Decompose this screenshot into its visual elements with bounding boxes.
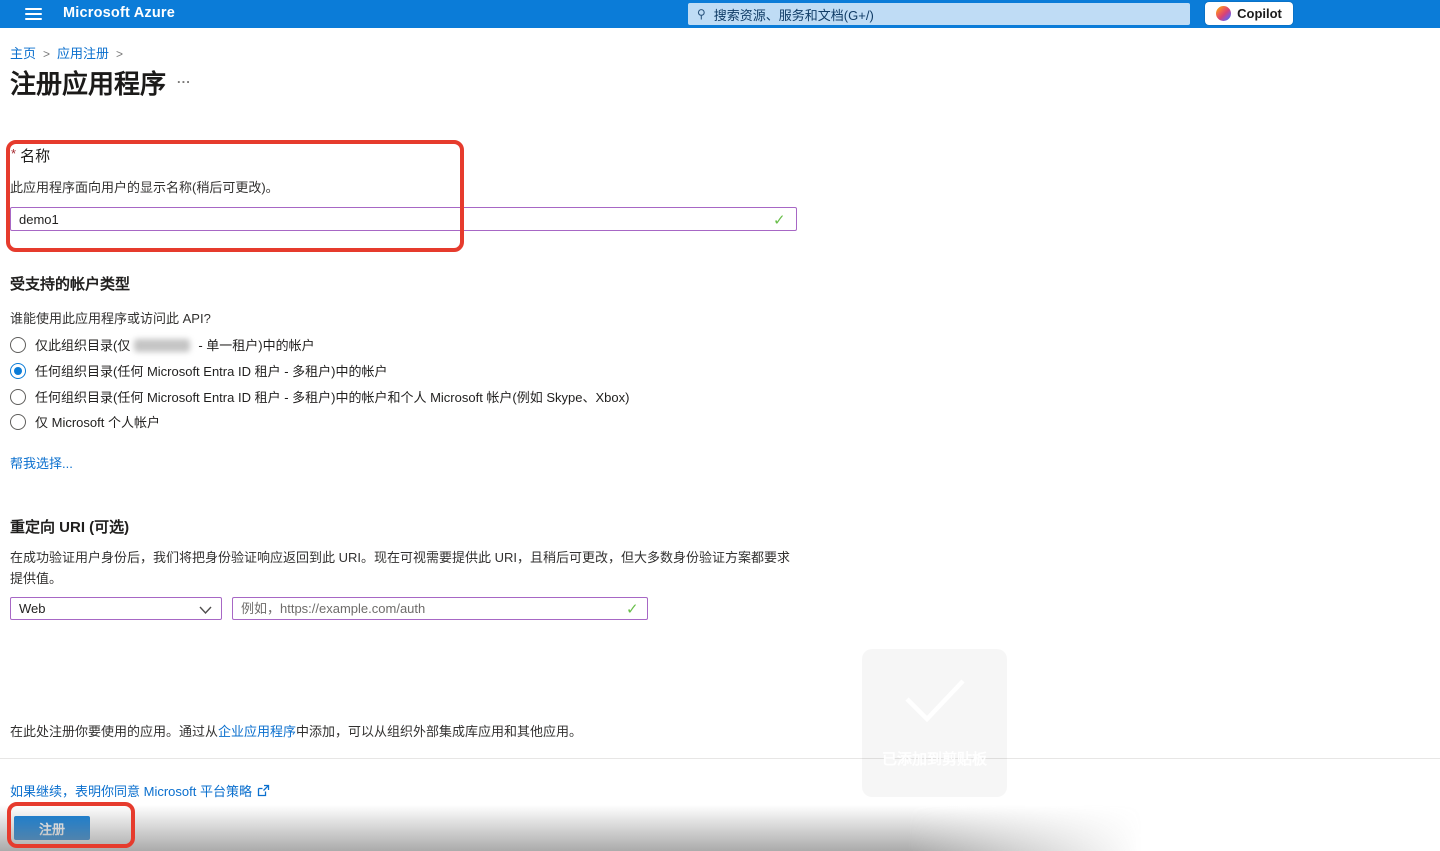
redirect-uri-input[interactable] (232, 597, 648, 620)
chevron-down-icon (199, 603, 212, 618)
name-input[interactable] (10, 207, 797, 231)
account-types-heading: 受支持的帐户类型 (10, 273, 130, 294)
bottom-shadow-band (0, 805, 1165, 851)
radio-single-tenant[interactable]: 仅此组织目录(仅- 单一租户)中的帐户 (10, 335, 315, 354)
footer-divider (0, 758, 1440, 759)
name-field-label: *名称 (11, 145, 50, 166)
azure-register-app-page: Microsoft Azure ⚲ 搜索资源、服务和文档(G+/) Copilo… (0, 0, 1440, 851)
azure-brand-title[interactable]: Microsoft Azure (63, 5, 175, 21)
radio-multitenant-personal[interactable]: 任何组织目录(任何 Microsoft Entra ID 租户 - 多租户)中的… (10, 387, 629, 406)
enterprise-apps-link[interactable]: 企业应用程序 (218, 724, 296, 739)
radio-icon[interactable] (10, 337, 26, 353)
breadcrumb-app-registrations-link[interactable]: 应用注册 (57, 46, 109, 61)
radio-personal-only-label: 仅 Microsoft 个人帐户 (35, 412, 160, 431)
platform-select[interactable]: Web (10, 597, 222, 620)
breadcrumb: 主页>应用注册> (10, 43, 130, 62)
policy-consent-line: 如果继续，表明你同意 Microsoft 平台策略 (10, 781, 270, 800)
radio-icon-selected[interactable] (10, 363, 26, 379)
required-asterisk: * (11, 146, 16, 161)
annotation-box-name-section (6, 140, 464, 252)
radio-multitenant-personal-label: 任何组织目录(任何 Microsoft Entra ID 租户 - 多租户)中的… (35, 387, 629, 406)
redirect-uri-heading: 重定向 URI (可选) (10, 516, 129, 537)
title-more-menu[interactable]: ... (177, 71, 191, 86)
radio-multitenant-label: 任何组织目录(任何 Microsoft Entra ID 租户 - 多租户)中的… (35, 361, 387, 380)
gallery-note: 在此处注册你要使用的应用。通过从企业应用程序中添加，可以从组织外部集成库应用和其… (10, 721, 582, 740)
redirect-uri-description: 在成功验证用户身份后，我们将把身份验证响应返回到此 URI。现在可视需要提供此 … (10, 547, 794, 589)
global-search-input[interactable]: ⚲ 搜索资源、服务和文档(G+/) (688, 3, 1190, 25)
toast-message: 已添加到剪贴板 (862, 748, 1007, 769)
hamburger-menu-icon[interactable] (25, 8, 42, 21)
copilot-button[interactable]: Copilot (1205, 2, 1293, 25)
toast-check-icon (899, 675, 971, 725)
external-link-icon (257, 784, 270, 797)
name-field-description: 此应用程序面向用户的显示名称(稍后可更改)。 (10, 177, 279, 196)
clipboard-toast: 已添加到剪贴板 (862, 649, 1007, 797)
top-bar: Microsoft Azure ⚲ 搜索资源、服务和文档(G+/) Copilo… (0, 0, 1440, 28)
platform-policies-link[interactable]: 如果继续，表明你同意 Microsoft 平台策略 (10, 781, 252, 800)
search-icon: ⚲ (697, 7, 706, 21)
radio-icon[interactable] (10, 414, 26, 430)
breadcrumb-separator: > (36, 47, 57, 61)
radio-personal-only[interactable]: 仅 Microsoft 个人帐户 (10, 412, 160, 431)
radio-multitenant[interactable]: 任何组织目录(任何 Microsoft Entra ID 租户 - 多租户)中的… (10, 361, 387, 380)
search-placeholder-text: 搜索资源、服务和文档(G+/) (714, 5, 874, 24)
breadcrumb-separator: > (109, 47, 130, 61)
radio-single-tenant-label: 仅此组织目录(仅- 单一租户)中的帐户 (35, 335, 315, 354)
radio-icon[interactable] (10, 389, 26, 405)
copilot-label: Copilot (1237, 6, 1282, 21)
page-title: 注册应用程序 (10, 64, 166, 101)
copilot-icon (1216, 6, 1231, 21)
platform-selected-value: Web (19, 601, 46, 616)
breadcrumb-home-link[interactable]: 主页 (10, 46, 36, 61)
account-types-question: 谁能使用此应用程序或访问此 API? (10, 308, 211, 327)
help-me-choose-link[interactable]: 帮我选择... (10, 453, 73, 472)
redacted-tenant-name (134, 339, 190, 352)
